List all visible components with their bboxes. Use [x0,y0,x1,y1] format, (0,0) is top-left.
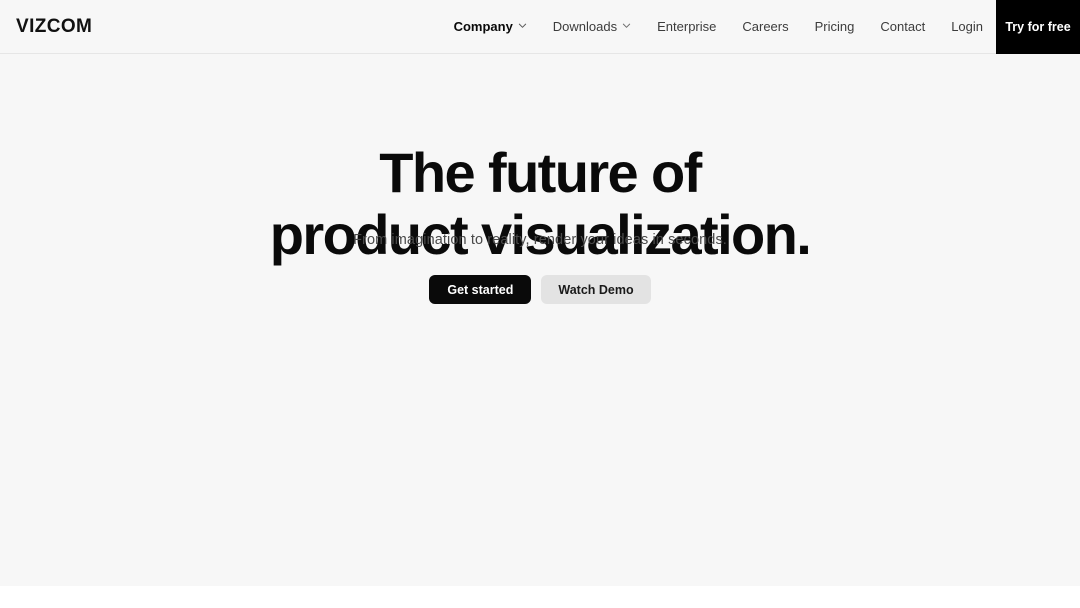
nav-item-careers[interactable]: Careers [729,0,801,53]
nav-item-label: Company [453,19,513,34]
next-section [0,586,1080,608]
nav-item-label: Downloads [552,19,618,34]
watch-demo-button[interactable]: Watch Demo [541,275,651,304]
headline-line-1: The future of [379,141,702,204]
nav-item-login[interactable]: Login [938,0,996,53]
get-started-button[interactable]: Get started [429,275,532,304]
hero-subtitle: From imagination to reality, render your… [353,232,727,248]
site-header: VIZCOM Company Downloads Enterprise Care… [0,0,1080,54]
nav-item-downloads[interactable]: Downloads [540,0,644,53]
nav-item-label: Careers [742,19,789,34]
nav-item-company[interactable]: Company [441,0,540,53]
chevron-down-icon [518,21,527,30]
nav-item-pricing[interactable]: Pricing [802,0,868,53]
try-for-free-button[interactable]: Try for free [996,0,1080,54]
hero-section: The future of product visualization. Fro… [0,54,1080,586]
landing-page: VIZCOM Company Downloads Enterprise Care… [0,0,1080,608]
primary-navigation: Company Downloads Enterprise Careers Pri… [441,0,996,53]
nav-item-label: Pricing [814,19,855,34]
vizcom-logo[interactable]: VIZCOM [16,15,92,39]
nav-item-enterprise[interactable]: Enterprise [644,0,729,53]
nav-item-label: Login [951,19,983,34]
chevron-down-icon [622,21,631,30]
hero-cta-group: Get started Watch Demo [0,275,1080,304]
nav-item-label: Enterprise [657,19,717,34]
nav-item-contact[interactable]: Contact [867,0,938,53]
nav-item-label: Contact [880,19,926,34]
